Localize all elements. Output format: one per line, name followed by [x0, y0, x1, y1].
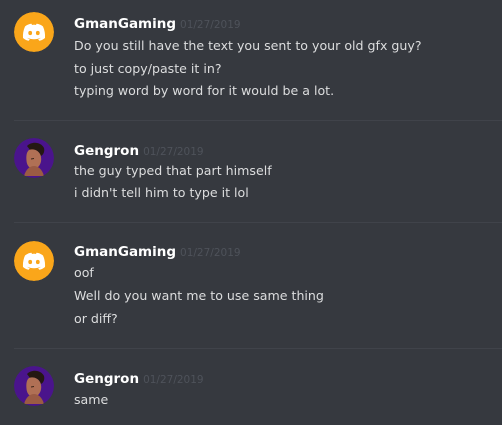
message-line: Do you still have the text you sent to y… — [74, 38, 422, 53]
message-header: GmanGaming 01/27/2019 — [74, 13, 241, 33]
timestamp[interactable]: 01/27/2019 — [143, 146, 204, 158]
message-line: same — [74, 392, 109, 407]
timestamp[interactable]: 01/27/2019 — [180, 247, 241, 259]
message-divider — [14, 120, 502, 121]
message-line: Well do you want me to use same thing — [74, 288, 324, 303]
avatar[interactable] — [14, 366, 54, 406]
chat-message-list: GmanGaming 01/27/2019 Do you still have t… — [0, 0, 502, 425]
message-line: the guy typed that part himself — [74, 163, 272, 178]
timestamp[interactable]: 01/27/2019 — [180, 19, 241, 31]
message-line: i didn't tell him to type it lol — [74, 185, 249, 200]
message-line: typing word by word for it would be a lo… — [74, 83, 335, 98]
message-header: Gengron 01/27/2019 — [74, 368, 204, 388]
message-divider — [14, 348, 502, 349]
user-portrait-icon — [14, 366, 54, 406]
username[interactable]: GmanGaming — [74, 16, 176, 32]
message-line: oof — [74, 265, 94, 280]
username[interactable]: GmanGaming — [74, 244, 176, 260]
discord-logo-icon — [14, 12, 54, 52]
username[interactable]: Gengron — [74, 371, 139, 387]
avatar[interactable] — [14, 12, 54, 52]
message-divider — [14, 222, 502, 223]
timestamp[interactable]: 01/27/2019 — [143, 374, 204, 386]
discord-logo-icon — [14, 241, 54, 281]
user-portrait-icon — [14, 138, 54, 178]
avatar[interactable] — [14, 241, 54, 281]
message-header: Gengron 01/27/2019 — [74, 140, 204, 160]
message-header: GmanGaming 01/27/2019 — [74, 241, 241, 261]
message-line: or diff? — [74, 311, 118, 326]
avatar[interactable] — [14, 138, 54, 178]
username[interactable]: Gengron — [74, 143, 139, 159]
message-line: to just copy/paste it in? — [74, 61, 222, 76]
